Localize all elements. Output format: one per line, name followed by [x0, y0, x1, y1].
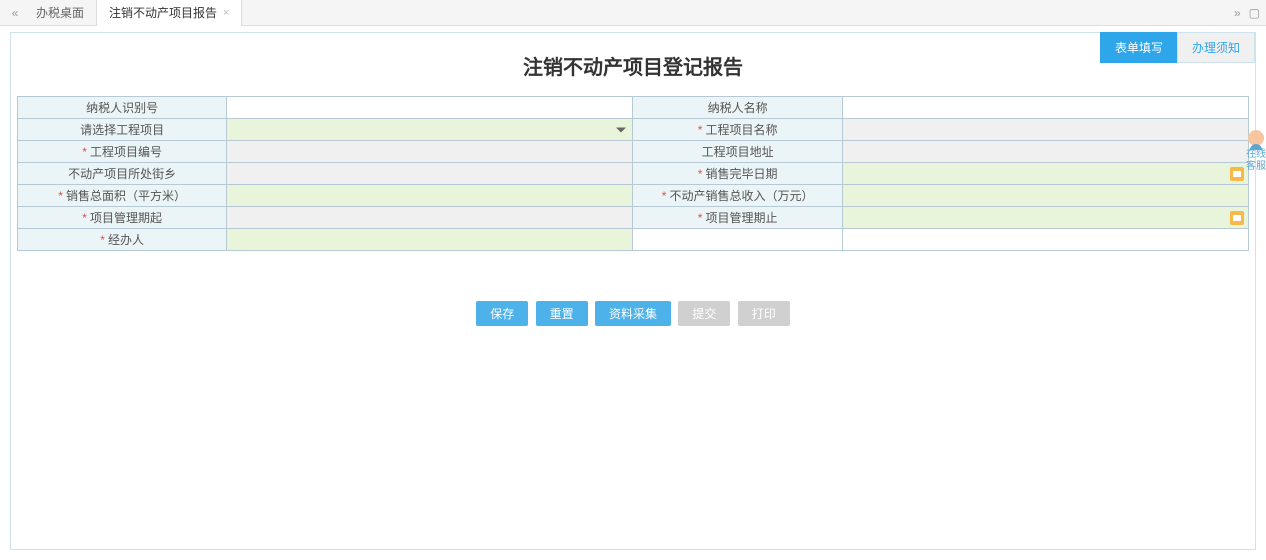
input-project-no: [227, 141, 632, 162]
field-operator[interactable]: [227, 229, 633, 251]
input-project-addr: [843, 141, 1248, 162]
input-period-start: [227, 207, 632, 228]
collect-button[interactable]: 资料采集: [595, 301, 671, 326]
tabs-scroll-left-icon[interactable]: «: [6, 6, 24, 20]
input-sale-done-date[interactable]: [843, 163, 1248, 184]
label-project-no: *工程项目编号: [18, 141, 227, 163]
reset-button[interactable]: 重置: [536, 301, 588, 326]
input-project-name: [843, 119, 1248, 140]
submit-button: 提交: [678, 301, 730, 326]
print-button: 打印: [738, 301, 790, 326]
label-project-addr: 工程项目地址: [633, 141, 842, 163]
label-sale-done-date: *销售完毕日期: [633, 163, 842, 185]
label-empty: [633, 229, 842, 251]
input-select-project[interactable]: [227, 119, 632, 140]
tabs-scroll-right-icon[interactable]: »: [1234, 6, 1241, 20]
input-period-end[interactable]: [843, 207, 1248, 228]
tab-current[interactable]: 注销不动产项目报告 ×: [97, 0, 242, 26]
online-help-label: 在线客服: [1246, 149, 1266, 172]
form-table: 纳税人识别号 纳税人名称 请选择工程项目 *工程项目名称 *工程项目编号 工程项…: [17, 96, 1249, 251]
input-total-revenue[interactable]: [843, 185, 1248, 206]
top-tab-form-fill[interactable]: 表单填写: [1100, 32, 1178, 63]
field-project-no: [227, 141, 633, 163]
input-operator[interactable]: [227, 229, 632, 250]
label-total-area: *销售总面积（平方米）: [18, 185, 227, 207]
input-taxpayer-id: [227, 97, 632, 118]
label-taxpayer-name: 纳税人名称: [633, 97, 842, 119]
chevron-down-icon[interactable]: [616, 127, 626, 132]
calendar-icon[interactable]: [1230, 167, 1244, 181]
field-project-addr: [842, 141, 1248, 163]
label-operator: *经办人: [18, 229, 227, 251]
online-help[interactable]: 在线客服: [1246, 130, 1266, 173]
tab-current-label: 注销不动产项目报告: [109, 0, 217, 26]
close-icon[interactable]: ×: [223, 0, 229, 26]
save-button[interactable]: 保存: [476, 301, 528, 326]
label-select-project: 请选择工程项目: [18, 119, 227, 141]
field-empty: [842, 229, 1248, 251]
field-street: [227, 163, 633, 185]
page-title: 注销不动产项目登记报告: [11, 33, 1255, 96]
label-taxpayer-id: 纳税人识别号: [18, 97, 227, 119]
field-total-area[interactable]: [227, 185, 633, 207]
field-project-name: [842, 119, 1248, 141]
top-tab-fill-label: 表单填写: [1115, 41, 1163, 55]
input-taxpayer-name: [843, 97, 1248, 118]
field-taxpayer-id: [227, 97, 633, 119]
label-period-end: *项目管理期止: [633, 207, 842, 229]
field-period-start: [227, 207, 633, 229]
field-sale-done-date[interactable]: [842, 163, 1248, 185]
calendar-icon[interactable]: [1230, 211, 1244, 225]
field-taxpayer-name: [842, 97, 1248, 119]
window-control-icon[interactable]: ▢: [1249, 6, 1260, 20]
field-select-project[interactable]: [227, 119, 633, 141]
help-avatar-icon: [1248, 130, 1264, 146]
label-project-name: *工程项目名称: [633, 119, 842, 141]
input-total-area[interactable]: [227, 185, 632, 206]
top-tab-notice[interactable]: 办理须知: [1177, 32, 1255, 63]
label-period-start: *项目管理期起: [18, 207, 227, 229]
tab-desktop[interactable]: 办税桌面: [24, 0, 97, 26]
label-total-revenue: *不动产销售总收入（万元）: [633, 185, 842, 207]
field-period-end[interactable]: [842, 207, 1248, 229]
field-total-revenue[interactable]: [842, 185, 1248, 207]
input-street: [227, 163, 632, 184]
top-tab-notice-label: 办理须知: [1192, 41, 1240, 55]
tab-desktop-label: 办税桌面: [36, 0, 84, 26]
label-street: 不动产项目所处街乡: [18, 163, 227, 185]
